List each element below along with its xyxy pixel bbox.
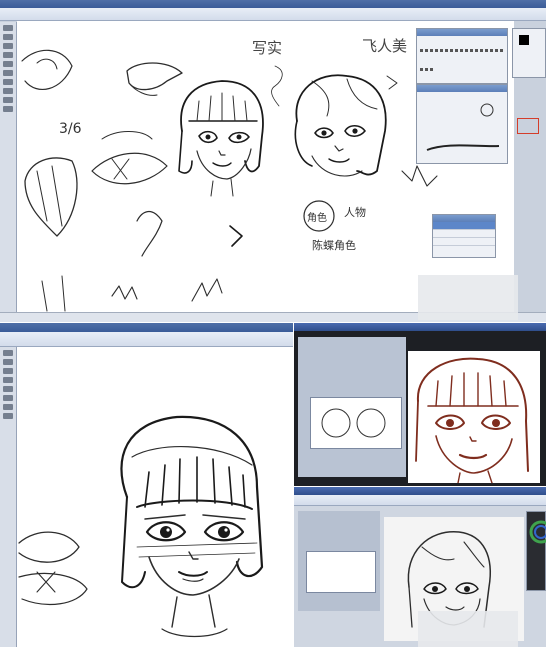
brush-stroke-preview [426, 103, 500, 151]
brush-panel[interactable] [416, 84, 508, 164]
highlight-marker [517, 118, 539, 134]
red-sketch-canvas[interactable] [408, 351, 540, 484]
zoom-icon[interactable] [3, 386, 13, 392]
inset-thumbnail [310, 397, 402, 449]
window-title-bar [294, 323, 546, 331]
bottom-right-top-window [294, 323, 546, 486]
tool-slot[interactable] [3, 395, 13, 401]
top-photoshop-window: 3/6 写实 飞人美 角色 人物 陈蝶角色 [0, 0, 546, 322]
page-mark: 3/6 [59, 121, 82, 137]
foreground-color-icon[interactable] [519, 35, 529, 45]
bottom-right-bottom-window [294, 487, 546, 647]
label-realistic: 写实 [252, 39, 282, 57]
toolbox[interactable] [0, 22, 17, 314]
bottom-left-canvas[interactable] [17, 347, 293, 647]
move-icon[interactable] [3, 25, 13, 31]
swatch-grid [417, 36, 507, 78]
eraser-icon[interactable] [3, 377, 13, 383]
tool-slot[interactable] [3, 79, 13, 85]
tool-slot[interactable] [3, 97, 13, 103]
color-wheel-panel[interactable] [526, 511, 546, 591]
layers-panel[interactable] [432, 214, 496, 258]
inset-mini-sketch [321, 408, 386, 438]
label-role-note: 陈蝶角色 [312, 238, 356, 252]
lasso-icon[interactable] [3, 34, 13, 40]
menu-bar[interactable] [0, 0, 546, 8]
brush-icon[interactable] [3, 43, 13, 49]
lasso-icon[interactable] [3, 359, 13, 365]
tool-slot[interactable] [3, 88, 13, 94]
red-girl-sketch [415, 357, 529, 484]
color-wheel-icon[interactable] [527, 512, 546, 552]
layer-row[interactable] [433, 222, 495, 230]
brush-icon[interactable] [3, 368, 13, 374]
panel-title-bar [417, 85, 507, 92]
panel-title-bar [417, 29, 507, 36]
blur-overlay [418, 611, 518, 647]
screen-inset [298, 511, 380, 611]
swatches-panel[interactable] [416, 28, 508, 84]
label-role-circle: 角色 [307, 211, 327, 224]
tool-slot[interactable] [3, 413, 13, 419]
bob-girl-sketch [18, 415, 264, 638]
label-character: 人物 [344, 205, 366, 219]
options-bar[interactable] [294, 495, 546, 506]
inset-thumbnail [306, 551, 376, 593]
tool-slot[interactable] [3, 70, 13, 76]
tool-slot[interactable] [3, 404, 13, 410]
color-panel[interactable] [512, 28, 546, 78]
toolbox[interactable] [0, 347, 17, 647]
options-bar[interactable] [0, 332, 293, 347]
window-title-bar [294, 487, 546, 495]
screen-inset [298, 337, 406, 477]
zoom-icon[interactable] [3, 61, 13, 67]
layers-icon [433, 215, 495, 222]
blur-overlay [418, 275, 518, 320]
eraser-icon[interactable] [3, 52, 13, 58]
move-icon[interactable] [3, 350, 13, 356]
tool-slot[interactable] [3, 106, 13, 112]
layer-row[interactable] [433, 238, 495, 246]
layer-row[interactable] [433, 230, 495, 238]
menu-bar[interactable]: Adobe Photoshop CS4 Extended [0, 323, 293, 339]
label-western: 飞人美 [362, 37, 407, 55]
options-bar[interactable] [0, 8, 546, 21]
bottom-left-photoshop-window: Adobe Photoshop CS4 Extended [0, 323, 293, 647]
